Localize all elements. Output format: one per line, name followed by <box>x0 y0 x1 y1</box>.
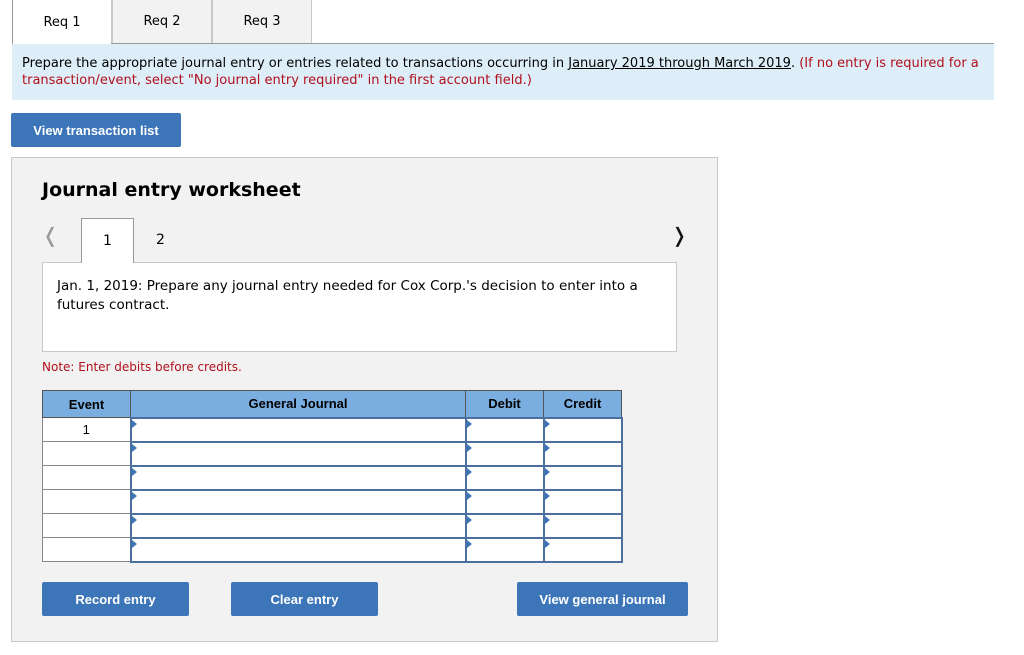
event-cell <box>42 537 131 562</box>
account-select[interactable] <box>129 488 467 515</box>
instructions-banner: Prepare the appropriate journal entry or… <box>12 44 994 100</box>
debit-input[interactable] <box>464 512 545 539</box>
record-entry-button[interactable]: Record entry <box>42 582 189 616</box>
debit-credit-note: Note: Enter debits before credits. <box>42 360 242 374</box>
account-select[interactable] <box>129 512 467 539</box>
event-cell <box>42 489 131 514</box>
header-general-journal: General Journal <box>130 390 466 418</box>
table-row <box>42 512 623 539</box>
debit-input[interactable] <box>464 464 545 491</box>
credit-input[interactable] <box>542 440 623 467</box>
table-row <box>42 488 623 515</box>
table-row: 1 <box>42 416 623 443</box>
credit-input[interactable] <box>542 464 623 491</box>
tab-req-2[interactable]: Req 2 <box>112 0 212 44</box>
account-select[interactable] <box>129 440 467 467</box>
credit-input[interactable] <box>542 536 623 563</box>
chevron-left-icon[interactable]: ❬ <box>42 223 59 247</box>
transaction-description: Jan. 1, 2019: Prepare any journal entry … <box>42 262 677 352</box>
credit-input[interactable] <box>542 416 623 443</box>
debit-input[interactable] <box>464 416 545 443</box>
tab-req-1[interactable]: Req 1 <box>12 0 112 44</box>
entry-tabs: 1 2 <box>81 218 187 263</box>
entry-tab-2[interactable]: 2 <box>134 218 187 262</box>
account-select[interactable] <box>129 464 467 491</box>
worksheet-title: Journal entry worksheet <box>42 179 301 201</box>
credit-input[interactable] <box>542 512 623 539</box>
header-credit: Credit <box>543 390 622 418</box>
header-event: Event <box>42 390 131 418</box>
requirement-tabs: Req 1 Req 2 Req 3 <box>12 0 312 44</box>
header-debit: Debit <box>465 390 544 418</box>
chevron-right-icon[interactable]: ❭ <box>671 223 688 247</box>
tab-req-3[interactable]: Req 3 <box>212 0 312 44</box>
event-cell <box>42 465 131 490</box>
debit-input[interactable] <box>464 440 545 467</box>
view-general-journal-button[interactable]: View general journal <box>517 582 688 616</box>
view-transaction-list-button[interactable]: View transaction list <box>11 113 181 147</box>
event-cell <box>42 513 131 538</box>
debit-input[interactable] <box>464 488 545 515</box>
clear-entry-button[interactable]: Clear entry <box>231 582 378 616</box>
instructions-text: Prepare the appropriate journal entry or… <box>22 56 569 71</box>
event-cell <box>42 441 131 466</box>
table-row <box>42 536 623 563</box>
entry-tab-1[interactable]: 1 <box>81 218 134 263</box>
account-select[interactable] <box>129 416 467 443</box>
table-header-row: Event General Journal Debit Credit <box>42 390 622 418</box>
table-row <box>42 464 623 491</box>
table-row <box>42 440 623 467</box>
account-select[interactable] <box>129 536 467 563</box>
journal-entry-worksheet: Journal entry worksheet ❬ 1 2 ❭ Jan. 1, … <box>11 157 718 642</box>
credit-input[interactable] <box>542 488 623 515</box>
event-cell: 1 <box>42 417 131 442</box>
debit-input[interactable] <box>464 536 545 563</box>
journal-table: Event General Journal Debit Credit 1 <box>42 390 623 563</box>
instructions-period: January 2019 through March 2019 <box>568 56 791 71</box>
